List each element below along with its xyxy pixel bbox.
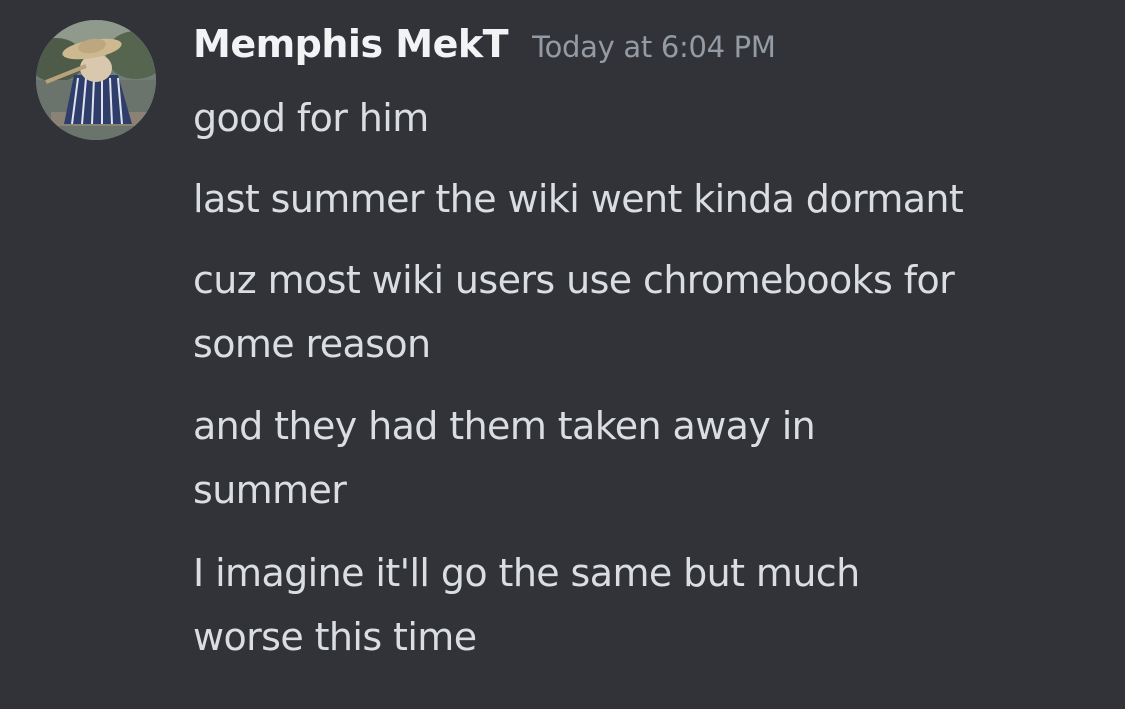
message-line: some reason [193, 322, 431, 366]
message-line: worse this time [193, 615, 477, 659]
message-line: and they had them taken away in [193, 404, 816, 448]
message-group: Memphis MekT Today at 6:04 PM good for h… [0, 0, 1125, 709]
message-timestamp[interactable]: Today at 6:04 PM [532, 30, 776, 64]
message-line: summer [193, 468, 347, 512]
message-content: I imagine it'll go the same but much wor… [193, 541, 1093, 669]
message-content: and they had them taken away in summer [193, 394, 1093, 522]
message-header: Memphis MekT Today at 6:04 PM [193, 22, 776, 76]
message-line: cuz most wiki users use chromebooks for [193, 258, 955, 302]
message-content: cuz most wiki users use chromebooks for … [193, 248, 1093, 376]
user-avatar-icon[interactable] [36, 20, 156, 140]
username[interactable]: Memphis MekT [193, 22, 509, 66]
message-line: good for him [193, 96, 429, 140]
message-line: I imagine it'll go the same but much [193, 551, 860, 595]
message-content: last summer the wiki went kinda dormant [193, 167, 1093, 231]
message-line: last summer the wiki went kinda dormant [193, 177, 964, 221]
message-content: good for him [193, 86, 1093, 150]
